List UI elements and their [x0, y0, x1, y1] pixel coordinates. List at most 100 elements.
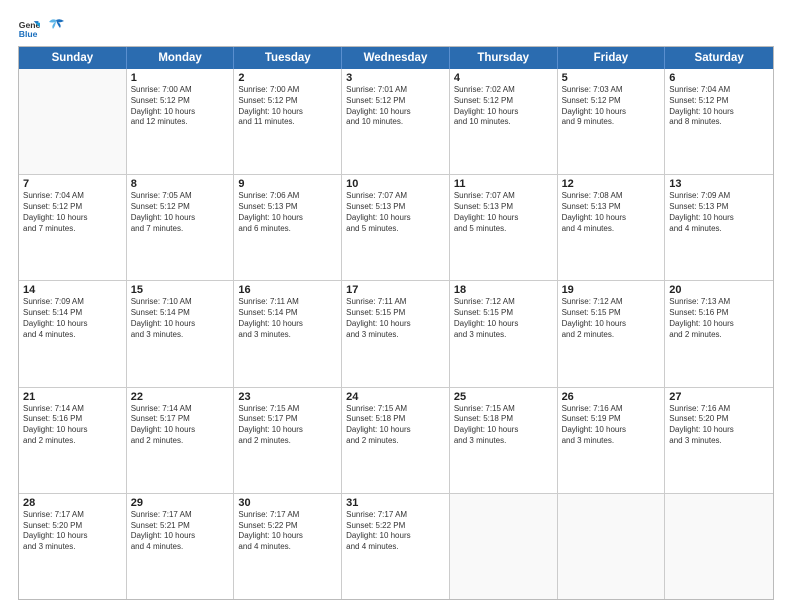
calendar-day-30: 30Sunrise: 7:17 AM Sunset: 5:22 PM Dayli… [234, 494, 342, 599]
logo-icon: General Blue [18, 18, 40, 40]
calendar-empty-cell [19, 69, 127, 174]
calendar-row-1: 7Sunrise: 7:04 AM Sunset: 5:12 PM Daylig… [19, 174, 773, 280]
weekday-header-monday: Monday [127, 47, 235, 69]
day-number: 16 [238, 284, 337, 296]
calendar-body: 1Sunrise: 7:00 AM Sunset: 5:12 PM Daylig… [19, 69, 773, 599]
calendar-day-9: 9Sunrise: 7:06 AM Sunset: 5:13 PM Daylig… [234, 175, 342, 280]
calendar-empty-cell [558, 494, 666, 599]
calendar-day-16: 16Sunrise: 7:11 AM Sunset: 5:14 PM Dayli… [234, 281, 342, 386]
day-info: Sunrise: 7:11 AM Sunset: 5:14 PM Dayligh… [238, 297, 337, 340]
calendar-day-29: 29Sunrise: 7:17 AM Sunset: 5:21 PM Dayli… [127, 494, 235, 599]
day-info: Sunrise: 7:17 AM Sunset: 5:21 PM Dayligh… [131, 510, 230, 553]
calendar-empty-cell [450, 494, 558, 599]
day-number: 28 [23, 497, 122, 509]
calendar-day-6: 6Sunrise: 7:04 AM Sunset: 5:12 PM Daylig… [665, 69, 773, 174]
day-number: 27 [669, 391, 769, 403]
day-info: Sunrise: 7:15 AM Sunset: 5:18 PM Dayligh… [454, 404, 553, 447]
calendar-row-0: 1Sunrise: 7:00 AM Sunset: 5:12 PM Daylig… [19, 69, 773, 174]
day-info: Sunrise: 7:14 AM Sunset: 5:16 PM Dayligh… [23, 404, 122, 447]
calendar-day-25: 25Sunrise: 7:15 AM Sunset: 5:18 PM Dayli… [450, 388, 558, 493]
calendar-day-5: 5Sunrise: 7:03 AM Sunset: 5:12 PM Daylig… [558, 69, 666, 174]
calendar-day-8: 8Sunrise: 7:05 AM Sunset: 5:12 PM Daylig… [127, 175, 235, 280]
day-number: 1 [131, 72, 230, 84]
day-number: 7 [23, 178, 122, 190]
weekday-header-sunday: Sunday [19, 47, 127, 69]
day-number: 3 [346, 72, 445, 84]
day-number: 24 [346, 391, 445, 403]
calendar-header: SundayMondayTuesdayWednesdayThursdayFrid… [19, 47, 773, 69]
logo-bird-icon [46, 18, 66, 36]
day-info: Sunrise: 7:09 AM Sunset: 5:13 PM Dayligh… [669, 191, 769, 234]
weekday-header-wednesday: Wednesday [342, 47, 450, 69]
calendar-day-17: 17Sunrise: 7:11 AM Sunset: 5:15 PM Dayli… [342, 281, 450, 386]
calendar: SundayMondayTuesdayWednesdayThursdayFrid… [18, 46, 774, 600]
header: General Blue [18, 18, 774, 40]
calendar-day-18: 18Sunrise: 7:12 AM Sunset: 5:15 PM Dayli… [450, 281, 558, 386]
calendar-row-3: 21Sunrise: 7:14 AM Sunset: 5:16 PM Dayli… [19, 387, 773, 493]
day-number: 14 [23, 284, 122, 296]
day-info: Sunrise: 7:04 AM Sunset: 5:12 PM Dayligh… [23, 191, 122, 234]
day-number: 29 [131, 497, 230, 509]
day-info: Sunrise: 7:07 AM Sunset: 5:13 PM Dayligh… [346, 191, 445, 234]
calendar-day-12: 12Sunrise: 7:08 AM Sunset: 5:13 PM Dayli… [558, 175, 666, 280]
calendar-day-2: 2Sunrise: 7:00 AM Sunset: 5:12 PM Daylig… [234, 69, 342, 174]
day-number: 4 [454, 72, 553, 84]
day-info: Sunrise: 7:12 AM Sunset: 5:15 PM Dayligh… [454, 297, 553, 340]
day-info: Sunrise: 7:13 AM Sunset: 5:16 PM Dayligh… [669, 297, 769, 340]
day-number: 5 [562, 72, 661, 84]
day-info: Sunrise: 7:11 AM Sunset: 5:15 PM Dayligh… [346, 297, 445, 340]
weekday-header-saturday: Saturday [665, 47, 773, 69]
calendar-day-26: 26Sunrise: 7:16 AM Sunset: 5:19 PM Dayli… [558, 388, 666, 493]
day-number: 19 [562, 284, 661, 296]
day-number: 12 [562, 178, 661, 190]
calendar-day-31: 31Sunrise: 7:17 AM Sunset: 5:22 PM Dayli… [342, 494, 450, 599]
day-number: 18 [454, 284, 553, 296]
day-number: 11 [454, 178, 553, 190]
day-number: 26 [562, 391, 661, 403]
calendar-day-13: 13Sunrise: 7:09 AM Sunset: 5:13 PM Dayli… [665, 175, 773, 280]
calendar-day-10: 10Sunrise: 7:07 AM Sunset: 5:13 PM Dayli… [342, 175, 450, 280]
day-number: 15 [131, 284, 230, 296]
day-info: Sunrise: 7:06 AM Sunset: 5:13 PM Dayligh… [238, 191, 337, 234]
day-number: 17 [346, 284, 445, 296]
day-info: Sunrise: 7:02 AM Sunset: 5:12 PM Dayligh… [454, 85, 553, 128]
day-number: 8 [131, 178, 230, 190]
calendar-day-4: 4Sunrise: 7:02 AM Sunset: 5:12 PM Daylig… [450, 69, 558, 174]
page: General Blue SundayMondayTuesdayWednesda… [0, 0, 792, 612]
logo: General Blue [18, 18, 66, 40]
calendar-day-15: 15Sunrise: 7:10 AM Sunset: 5:14 PM Dayli… [127, 281, 235, 386]
calendar-day-11: 11Sunrise: 7:07 AM Sunset: 5:13 PM Dayli… [450, 175, 558, 280]
day-info: Sunrise: 7:04 AM Sunset: 5:12 PM Dayligh… [669, 85, 769, 128]
calendar-day-1: 1Sunrise: 7:00 AM Sunset: 5:12 PM Daylig… [127, 69, 235, 174]
calendar-day-19: 19Sunrise: 7:12 AM Sunset: 5:15 PM Dayli… [558, 281, 666, 386]
calendar-day-27: 27Sunrise: 7:16 AM Sunset: 5:20 PM Dayli… [665, 388, 773, 493]
day-number: 10 [346, 178, 445, 190]
calendar-day-21: 21Sunrise: 7:14 AM Sunset: 5:16 PM Dayli… [19, 388, 127, 493]
day-info: Sunrise: 7:16 AM Sunset: 5:19 PM Dayligh… [562, 404, 661, 447]
day-number: 25 [454, 391, 553, 403]
calendar-day-14: 14Sunrise: 7:09 AM Sunset: 5:14 PM Dayli… [19, 281, 127, 386]
calendar-day-28: 28Sunrise: 7:17 AM Sunset: 5:20 PM Dayli… [19, 494, 127, 599]
day-info: Sunrise: 7:17 AM Sunset: 5:22 PM Dayligh… [238, 510, 337, 553]
day-number: 2 [238, 72, 337, 84]
day-info: Sunrise: 7:00 AM Sunset: 5:12 PM Dayligh… [131, 85, 230, 128]
day-info: Sunrise: 7:08 AM Sunset: 5:13 PM Dayligh… [562, 191, 661, 234]
calendar-day-23: 23Sunrise: 7:15 AM Sunset: 5:17 PM Dayli… [234, 388, 342, 493]
day-info: Sunrise: 7:01 AM Sunset: 5:12 PM Dayligh… [346, 85, 445, 128]
day-info: Sunrise: 7:00 AM Sunset: 5:12 PM Dayligh… [238, 85, 337, 128]
day-number: 13 [669, 178, 769, 190]
day-info: Sunrise: 7:16 AM Sunset: 5:20 PM Dayligh… [669, 404, 769, 447]
calendar-empty-cell [665, 494, 773, 599]
calendar-day-20: 20Sunrise: 7:13 AM Sunset: 5:16 PM Dayli… [665, 281, 773, 386]
day-number: 30 [238, 497, 337, 509]
day-number: 20 [669, 284, 769, 296]
day-info: Sunrise: 7:17 AM Sunset: 5:20 PM Dayligh… [23, 510, 122, 553]
day-info: Sunrise: 7:07 AM Sunset: 5:13 PM Dayligh… [454, 191, 553, 234]
day-info: Sunrise: 7:12 AM Sunset: 5:15 PM Dayligh… [562, 297, 661, 340]
calendar-day-3: 3Sunrise: 7:01 AM Sunset: 5:12 PM Daylig… [342, 69, 450, 174]
day-number: 22 [131, 391, 230, 403]
day-info: Sunrise: 7:03 AM Sunset: 5:12 PM Dayligh… [562, 85, 661, 128]
calendar-day-24: 24Sunrise: 7:15 AM Sunset: 5:18 PM Dayli… [342, 388, 450, 493]
day-info: Sunrise: 7:15 AM Sunset: 5:18 PM Dayligh… [346, 404, 445, 447]
weekday-header-friday: Friday [558, 47, 666, 69]
